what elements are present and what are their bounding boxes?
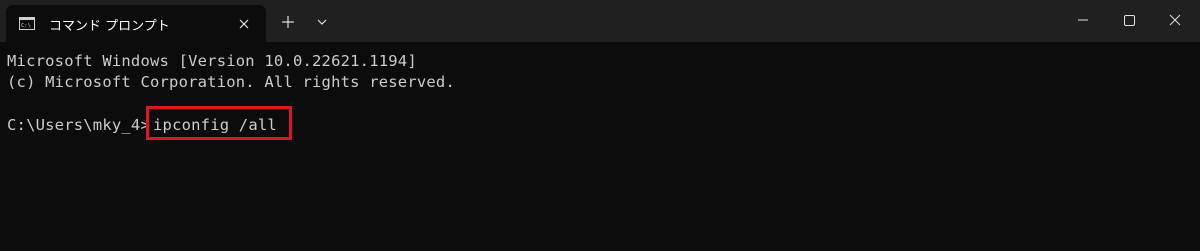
terminal-output[interactable]: Microsoft Windows [Version 10.0.22621.11… [0, 42, 1200, 251]
svg-text:C:\: C:\ [21, 23, 31, 29]
tab-command-prompt[interactable]: C:\ コマンド プロンプト [6, 5, 266, 42]
tab-close-icon[interactable] [234, 14, 254, 34]
command-prompt-icon: C:\ [19, 17, 35, 30]
plus-icon[interactable] [276, 11, 300, 33]
minimize-icon[interactable] [1060, 0, 1106, 40]
version-line: Microsoft Windows [Version 10.0.22621.11… [7, 52, 417, 70]
highlight-box [146, 106, 292, 140]
close-icon[interactable] [1152, 0, 1198, 40]
title-bar[interactable]: C:\ コマンド プロンプト [0, 0, 1200, 42]
maximize-icon[interactable] [1106, 0, 1152, 40]
chevron-down-icon[interactable] [310, 11, 334, 33]
tab-title: コマンド プロンプト [49, 19, 170, 34]
copyright-line: (c) Microsoft Corporation. All rights re… [7, 73, 455, 91]
command-prompt: C:\Users\mky_4> [7, 116, 150, 134]
terminal-window: C:\ コマンド プロンプト Microsoft Windows [Versio… [0, 0, 1200, 251]
